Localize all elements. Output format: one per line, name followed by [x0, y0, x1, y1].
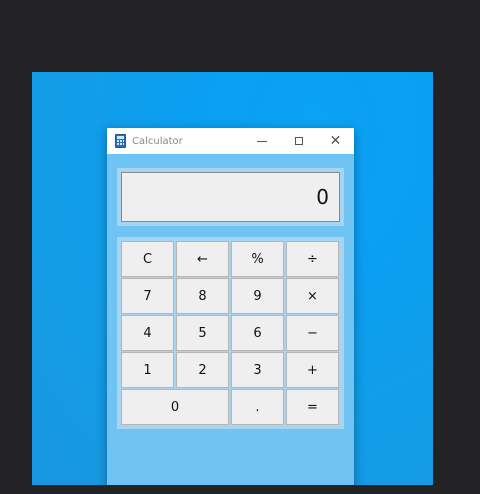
calculator-icon — [115, 134, 126, 148]
divide-button[interactable]: ÷ — [286, 241, 339, 277]
decimal-button[interactable]: . — [231, 389, 284, 425]
close-button[interactable]: ✕ — [317, 128, 354, 154]
calculator-window: Calculator ✕ 0 C ←% ÷ 7 8 9 × 4 5 6− 1 2 3 +0. = — [107, 128, 354, 485]
equals-button[interactable]: = — [286, 389, 339, 425]
subtract-button[interactable]: − — [286, 315, 339, 351]
clear-button[interactable]: C — [121, 241, 174, 277]
keypad: C ←% ÷ 7 8 9 × 4 5 6− 1 2 3 +0. = — [121, 241, 340, 425]
keypad-panel: C ←% ÷ 7 8 9 × 4 5 6− 1 2 3 +0. = — [117, 237, 344, 429]
digit-7-button[interactable]: 7 — [121, 278, 174, 314]
minimize-button[interactable] — [243, 128, 280, 154]
digit-0-button[interactable]: 0 — [121, 389, 229, 425]
digit-1-button[interactable]: 1 — [121, 352, 174, 388]
digit-8-button[interactable]: 8 — [176, 278, 229, 314]
display-panel: 0 — [117, 168, 344, 226]
result-display: 0 — [121, 172, 340, 222]
digit-2-button[interactable]: 2 — [176, 352, 229, 388]
digit-4-button[interactable]: 4 — [121, 315, 174, 351]
maximize-button[interactable] — [280, 128, 317, 154]
maximize-icon — [294, 137, 303, 145]
add-button[interactable]: + — [286, 352, 339, 388]
digit-3-button[interactable]: 3 — [231, 352, 284, 388]
display-value: 0 — [316, 185, 329, 209]
backspace-button[interactable]: ← — [176, 241, 229, 277]
minimize-icon — [256, 140, 267, 142]
multiply-button[interactable]: × — [286, 278, 339, 314]
title-bar[interactable]: Calculator ✕ — [107, 128, 354, 154]
digit-6-button[interactable]: 6 — [231, 315, 284, 351]
digit-9-button[interactable]: 9 — [231, 278, 284, 314]
close-icon: ✕ — [329, 133, 342, 149]
percent-button[interactable]: % — [231, 241, 284, 277]
desktop-background: Calculator ✕ 0 C ←% ÷ 7 8 9 × 4 5 6− 1 2 3 +0. = — [32, 72, 433, 485]
window-title: Calculator — [132, 135, 183, 147]
digit-5-button[interactable]: 5 — [176, 315, 229, 351]
